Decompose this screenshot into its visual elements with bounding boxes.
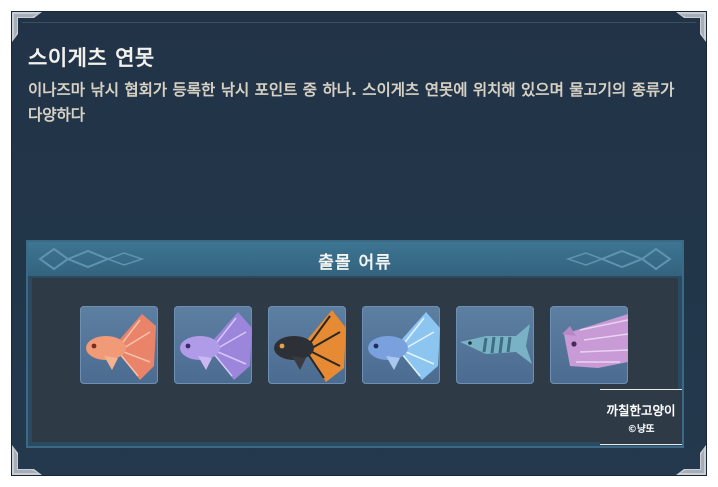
fish-slot[interactable] bbox=[456, 306, 534, 384]
fish-slot[interactable] bbox=[268, 306, 346, 384]
blue-betta-fish-icon bbox=[368, 312, 440, 380]
credit-name: 까칠한고양이 bbox=[606, 403, 676, 418]
fish-section: 출몰 어류 bbox=[26, 240, 684, 448]
purple-betta-fish-icon bbox=[180, 312, 252, 380]
striped-pike-fish-icon bbox=[460, 324, 532, 364]
dark-orange-betta-fish-icon bbox=[274, 310, 346, 382]
location-title: 스이게츠 연못 bbox=[28, 46, 155, 70]
fish-slot[interactable] bbox=[174, 306, 252, 384]
pink-coral-betta-fish-icon bbox=[86, 314, 156, 380]
fish-slot[interactable] bbox=[550, 306, 628, 384]
corner-ornament-icon bbox=[676, 445, 706, 475]
fish-list bbox=[80, 306, 640, 386]
corner-ornament-icon bbox=[12, 12, 42, 42]
fish-slot[interactable] bbox=[80, 306, 158, 384]
fish-section-header: 출몰 어류 bbox=[28, 242, 682, 276]
fish-slot[interactable] bbox=[362, 306, 440, 384]
watermark-credit: 까칠한고양이 ©냥또 bbox=[600, 389, 682, 445]
panel-divider bbox=[22, 22, 696, 23]
header-ornament-icon bbox=[565, 247, 672, 271]
pink-striped-fish-icon bbox=[562, 314, 628, 368]
credit-copyright: ©냥또 bbox=[627, 424, 655, 435]
corner-ornament-icon bbox=[676, 12, 706, 42]
fish-list-area bbox=[32, 278, 678, 442]
location-description: 이나즈마 낚시 협회가 등록한 낚시 포인트 중 하나. 스이게츠 연못에 위치… bbox=[28, 81, 675, 124]
corner-ornament-icon bbox=[12, 445, 42, 475]
